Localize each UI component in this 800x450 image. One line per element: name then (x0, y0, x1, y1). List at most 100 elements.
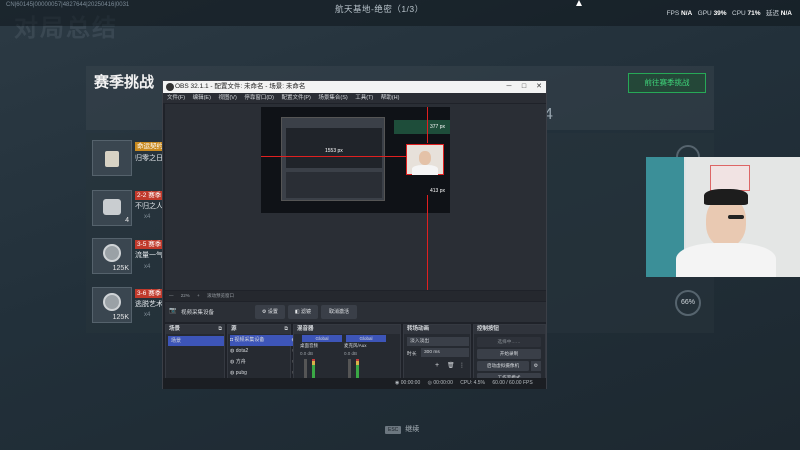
source-filters-button[interactable]: ◧ 滤镜 (288, 305, 318, 319)
challenge-tag: 命运契约 (135, 142, 165, 151)
dock-float-icon[interactable]: ⧉ (218, 326, 222, 332)
menu-docks[interactable]: 停靠窗口(D) (244, 95, 274, 101)
challenge-title: 逃脱艺术 (135, 301, 163, 308)
controls-dock: 控制按钮 选择中…… 开始录制 启动虚拟摄像机 ⚙ 工作室模式 (473, 324, 546, 383)
stream-status-button[interactable]: 选择中…… (477, 337, 541, 347)
transitions-dock: 转场动画 淡入淡出 时长 300 ms + 🗑 ⋮ (403, 324, 471, 381)
transitions-header: 转场动画 (404, 325, 470, 334)
camera-icon: ◘ (230, 337, 234, 343)
settings-label: 设置 (267, 309, 278, 315)
session-id: CN|60145|00000057|4827644|20250416|0031 (6, 2, 130, 8)
continue-prompt[interactable]: ESC 继续 (385, 424, 419, 434)
mixer-ch2-name[interactable]: 麦克风/Aux (344, 343, 367, 349)
source-settings-button[interactable]: ⚙ 设置 (255, 305, 285, 319)
challenge-title: 归零之日 (135, 155, 163, 162)
menu-scene-collection[interactable]: 场景集合(S) (318, 95, 347, 101)
start-virtual-camera-button[interactable]: 启动虚拟摄像机 (477, 361, 529, 371)
person-shirt (676, 243, 776, 277)
filters-label: 滤镜 (301, 309, 312, 315)
go-to-season-button[interactable]: 前往赛季挑战 (628, 73, 706, 93)
obs-title-bar[interactable]: OBS 32.1.1 - 配置文件: 未命名 - 场景: 未命名 ─ □ ✕ (163, 81, 546, 93)
challenge-item-icon[interactable] (92, 140, 132, 176)
zoom-bar: — 22% + 滚动预览窗口 (165, 291, 546, 301)
guide-line-top (427, 107, 428, 143)
continue-label: 继续 (405, 426, 420, 433)
mixer-ch1-db: 0.0 dB (300, 351, 314, 356)
add-transition-icon[interactable]: + (435, 362, 439, 369)
webcam-source-selected[interactable] (406, 144, 444, 175)
season-panel-title: 赛季挑战 (94, 74, 155, 91)
dock-float-icon[interactable]: ⧉ (284, 326, 288, 332)
obs-preview[interactable]: 377 px 1553 px 413 px (165, 104, 546, 290)
virtual-camera-settings-icon[interactable]: ⚙ (531, 361, 541, 371)
menu-view[interactable]: 视图(V) (218, 95, 236, 101)
duration-input[interactable]: 300 ms (421, 348, 469, 357)
dimension-top: 377 px (430, 124, 446, 130)
mixer-ch1-name[interactable]: 桌面音频 (300, 343, 318, 349)
scenes-header: 场景 (166, 325, 224, 334)
filter-icon: ◧ (294, 309, 300, 315)
cpu-value: 71% (747, 10, 761, 17)
challenge-item-icon[interactable]: 125K (92, 238, 132, 274)
cpu-label: CPU (732, 10, 746, 17)
camera-icon: 📷 (169, 308, 177, 314)
close-icon[interactable]: ✕ (532, 81, 546, 93)
sources-header: 源 (228, 325, 290, 334)
nested-obs-capture (281, 117, 385, 201)
fps-value: N/A (681, 10, 693, 17)
menu-profile[interactable]: 配置文件(P) (281, 95, 310, 101)
maximize-icon[interactable]: □ (517, 81, 531, 93)
latency-label: 延迟 (765, 10, 779, 17)
menu-help[interactable]: 帮助(H) (381, 95, 400, 101)
preview-canvas (261, 107, 450, 213)
reward-icon (103, 199, 121, 215)
source-label: pubg (235, 370, 247, 376)
source-item[interactable]: ◘ 视频采集设备◉ (230, 335, 296, 346)
challenge-item-icon[interactable]: 4 (92, 190, 132, 226)
gear-icon: ⚙ (262, 309, 267, 315)
transition-select[interactable]: 淡入淡出 (407, 337, 469, 346)
minimize-icon[interactable]: ─ (502, 81, 516, 93)
menu-file[interactable]: 文件(F) (167, 95, 185, 101)
obs-logo-icon (166, 83, 174, 91)
coin-icon (103, 293, 121, 311)
zoom-level: 22% (180, 293, 190, 298)
menu-tools[interactable]: 工具(T) (355, 95, 373, 101)
game-top-bar: CN|60145|00000057|4827644|20250416|0031 … (0, 0, 800, 26)
menu-edit[interactable]: 编辑(E) (193, 95, 211, 101)
audio-mixer-dock: 混音器 Global Global 桌面音频 麦克风/Aux 0.0 dB 0.… (293, 324, 401, 381)
scene-item[interactable]: 场景 (168, 336, 224, 346)
stream-icon: ◎ (427, 380, 432, 386)
dimension-left: 1553 px (325, 148, 343, 154)
source-item[interactable]: ◍ 方舟⊘ (230, 357, 296, 368)
item-count: 125K (112, 265, 129, 272)
deactivate-button[interactable]: 取消激活 (321, 305, 357, 319)
zoom-plus-icon[interactable]: + (197, 293, 200, 298)
zoom-label: 滚动预览窗口 (206, 293, 234, 298)
gpu-value: 39% (713, 10, 727, 17)
fps-label: FPS (666, 10, 680, 17)
mixer-ch1-fader[interactable] (304, 359, 307, 379)
sources-dock: 源 ⧉ ◘ 视频采集设备◉ ◍ dota2⊘ ◍ 方舟⊘ ◍ pubg⊘ (227, 324, 296, 381)
gamepad-icon: ◍ (230, 359, 235, 365)
source-label: dota2 (235, 348, 249, 354)
challenge-title: 不归之人 (135, 203, 163, 210)
mixer-ch2-fader[interactable] (348, 359, 351, 379)
challenge-tag: 3-6 赛季 (135, 289, 164, 298)
person-hair (704, 189, 748, 205)
obs-menu-bar: 文件(F) 编辑(E) 视图(V) 停靠窗口(D) 配置文件(P) 场景集合(S… (163, 93, 546, 103)
more-icon[interactable]: ⋮ (459, 362, 465, 369)
source-label: 视频采集设备 (234, 337, 265, 343)
challenge-sub: x4 (144, 214, 151, 220)
source-item[interactable]: ◍ dota2⊘ (230, 346, 296, 357)
zoom-minus-icon[interactable]: — (169, 293, 174, 298)
challenge-item-icon[interactable]: 125K (92, 287, 132, 323)
webcam-overlay (646, 157, 800, 277)
gpu-label: GPU (697, 10, 712, 17)
start-recording-button[interactable]: 开始录制 (477, 349, 541, 359)
mixer-ch2-db: 0.0 dB (344, 351, 358, 356)
wall-poster (710, 165, 750, 191)
trash-icon[interactable]: 🗑 (447, 362, 455, 369)
perf-stats: FPS N/A GPU 39% CPU 71% 延迟 N/A (667, 7, 792, 17)
source-label: 方舟 (235, 359, 246, 365)
